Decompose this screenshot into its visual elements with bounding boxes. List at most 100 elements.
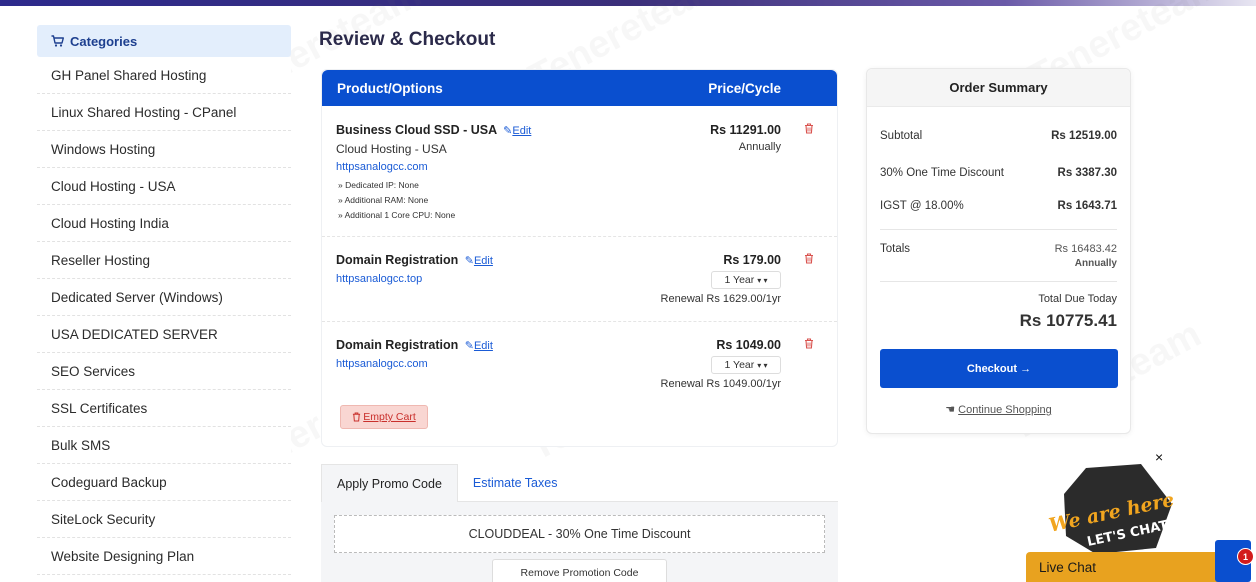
- live-chat-bar[interactable]: Live Chat: [1026, 552, 1238, 582]
- total-due-today-value: Rs 10775.41: [1019, 311, 1117, 330]
- col-price-header: Price/Cycle: [708, 80, 781, 96]
- product-name: Domain Registration: [336, 338, 459, 352]
- product-group: Cloud Hosting - USA: [336, 142, 447, 156]
- order-summary-title: Order Summary: [867, 69, 1130, 107]
- continue-shopping-label: Continue Shopping: [958, 404, 1052, 416]
- totals-amount: Rs 16483.42: [1054, 243, 1117, 255]
- tax-label: IGST @ 18.00%: [880, 200, 964, 212]
- subtotal-value: Rs 12519.00: [1051, 130, 1117, 142]
- product-option: » Additional RAM: None: [338, 195, 429, 205]
- tax-row: IGST @ 18.00% Rs 1643.71: [880, 200, 1117, 212]
- trash-icon[interactable]: [804, 253, 814, 264]
- product-domain: httpsanalogcc.com: [336, 161, 428, 173]
- cart-item: Business Cloud SSD - USA ✎Edit Cloud Hos…: [322, 106, 837, 237]
- chat-bubble-badge[interactable]: We are here! LET'S CHAT!: [1046, 464, 1176, 556]
- product-name: Domain Registration: [336, 253, 459, 267]
- period-value: 1 Year: [724, 274, 755, 286]
- edit-label: Edit: [473, 255, 493, 267]
- trash-icon: [353, 412, 361, 422]
- caret-down-icon: ▾ ▾: [757, 360, 768, 370]
- cart-item: Domain Registration ✎Edit httpsanalogcc.…: [322, 237, 837, 322]
- live-chat-label: Live Chat: [1039, 559, 1097, 575]
- product-domain: httpsanalogcc.top: [336, 273, 423, 285]
- sidebar-item-usa-dedicated-server[interactable]: USA DEDICATED SERVER: [37, 316, 291, 353]
- pencil-icon: ✎: [464, 340, 474, 352]
- cart-table-header: Product/Options Price/Cycle: [322, 70, 837, 106]
- total-due-today-label: Total Due Today: [1038, 293, 1117, 305]
- registration-period-select[interactable]: 1 Year ▾ ▾: [711, 356, 781, 374]
- product-option: » Dedicated IP: None: [338, 180, 419, 190]
- order-summary: Order Summary Subtotal Rs 12519.00 30% O…: [866, 68, 1131, 434]
- sidebar-item-cloud-hosting-india[interactable]: Cloud Hosting India: [37, 205, 291, 242]
- remove-promotion-code-button[interactable]: Remove Promotion Code: [492, 559, 667, 582]
- discount-value: Rs 3387.30: [1057, 167, 1117, 179]
- period-value: 1 Year: [724, 359, 755, 371]
- back-hand-icon: ☚: [945, 404, 956, 416]
- totals-cycle: Annually: [1074, 258, 1117, 269]
- trash-icon[interactable]: [804, 123, 814, 134]
- subtotal-label: Subtotal: [880, 130, 923, 142]
- empty-cart-button[interactable]: Empty Cart: [340, 405, 428, 429]
- sidebar-item-website-designing-plan[interactable]: Website Designing Plan: [37, 538, 291, 575]
- categories-header-label: Categories: [70, 33, 138, 49]
- sidebar-item-sitelock-security[interactable]: SiteLock Security: [37, 501, 291, 538]
- sidebar-item-reseller-hosting[interactable]: Reseller Hosting: [37, 242, 291, 279]
- chat-close-icon[interactable]: ×: [1155, 449, 1163, 465]
- tab-apply-promo-code[interactable]: Apply Promo Code: [321, 464, 458, 502]
- item-price: Rs 1049.00: [716, 338, 781, 352]
- sidebar-item-codeguard-backup[interactable]: Codeguard Backup: [37, 464, 291, 501]
- item-price: Rs 11291.00: [710, 123, 781, 137]
- cart-item-name: Domain Registration ✎Edit: [336, 253, 493, 267]
- cart-item-name: Business Cloud SSD - USA ✎Edit: [336, 123, 531, 137]
- divider: [880, 281, 1117, 282]
- chat-notification-badge: 1: [1237, 548, 1254, 565]
- top-gradient-bar: [0, 0, 1256, 6]
- sidebar-item-windows-hosting[interactable]: Windows Hosting: [37, 131, 291, 168]
- promo-tabs: Apply Promo Code Estimate Taxes: [321, 464, 838, 502]
- categories-header: Categories: [37, 25, 291, 57]
- edit-label: Edit: [473, 340, 493, 352]
- product-option: » Additional 1 Core CPU: None: [338, 210, 456, 220]
- tax-value: Rs 1643.71: [1057, 200, 1117, 212]
- sidebar-item-seo-services[interactable]: SEO Services: [37, 353, 291, 390]
- product-domain: httpsanalogcc.com: [336, 358, 428, 370]
- sidebar-item-dedicated-server-windows[interactable]: Dedicated Server (Windows): [37, 279, 291, 316]
- totals-label: Totals: [880, 243, 911, 255]
- cart-icon: [51, 35, 64, 47]
- cart-panel: Product/Options Price/Cycle Business Clo…: [321, 69, 838, 447]
- cart-item: Domain Registration ✎Edit httpsanalogcc.…: [322, 322, 837, 407]
- caret-down-icon: ▾ ▾: [757, 275, 768, 285]
- edit-link[interactable]: ✎Edit: [465, 340, 493, 352]
- renewal-price: Renewal Rs 1049.00/1yr: [660, 378, 781, 390]
- subtotal-row: Subtotal Rs 12519.00: [880, 130, 1117, 142]
- promo-section: Apply Promo Code Estimate Taxes CLOUDDEA…: [321, 464, 838, 582]
- categories-sidebar: Categories GH Panel Shared Hosting Linux…: [37, 25, 291, 575]
- discount-row: 30% One Time Discount Rs 3387.30: [880, 167, 1117, 179]
- item-price: Rs 179.00: [723, 253, 781, 267]
- edit-link[interactable]: ✎Edit: [503, 125, 531, 137]
- sidebar-item-bulk-sms[interactable]: Bulk SMS: [37, 427, 291, 464]
- sidebar-item-gh-panel-shared-hosting[interactable]: GH Panel Shared Hosting: [37, 57, 291, 94]
- continue-shopping-link[interactable]: ☚ Continue Shopping: [867, 403, 1130, 416]
- sidebar-item-cloud-hosting-usa[interactable]: Cloud Hosting - USA: [37, 168, 291, 205]
- sidebar-item-linux-shared-hosting[interactable]: Linux Shared Hosting - CPanel: [37, 94, 291, 131]
- totals-value: Rs 16483.42 Annually: [1055, 243, 1117, 269]
- tab-estimate-taxes[interactable]: Estimate Taxes: [457, 464, 838, 502]
- applied-promo-code: CLOUDDEAL - 30% One Time Discount: [334, 515, 825, 553]
- item-cycle: Annually: [738, 141, 781, 153]
- pencil-icon: ✎: [503, 125, 513, 137]
- col-product-header: Product/Options: [337, 80, 443, 96]
- registration-period-select[interactable]: 1 Year ▾ ▾: [711, 271, 781, 289]
- trash-icon[interactable]: [804, 338, 814, 349]
- sidebar-item-ssl-certificates[interactable]: SSL Certificates: [37, 390, 291, 427]
- edit-label: Edit: [512, 125, 532, 137]
- cart-item-name: Domain Registration ✎Edit: [336, 338, 493, 352]
- edit-link[interactable]: ✎Edit: [465, 255, 493, 267]
- pencil-icon: ✎: [464, 255, 474, 267]
- empty-cart-label: Empty Cart: [363, 411, 416, 423]
- renewal-price: Renewal Rs 1629.00/1yr: [660, 293, 781, 305]
- checkout-button[interactable]: Checkout →: [880, 349, 1118, 388]
- discount-label: 30% One Time Discount: [880, 167, 1005, 179]
- page-title: Review & Checkout: [319, 29, 496, 50]
- divider: [880, 229, 1117, 230]
